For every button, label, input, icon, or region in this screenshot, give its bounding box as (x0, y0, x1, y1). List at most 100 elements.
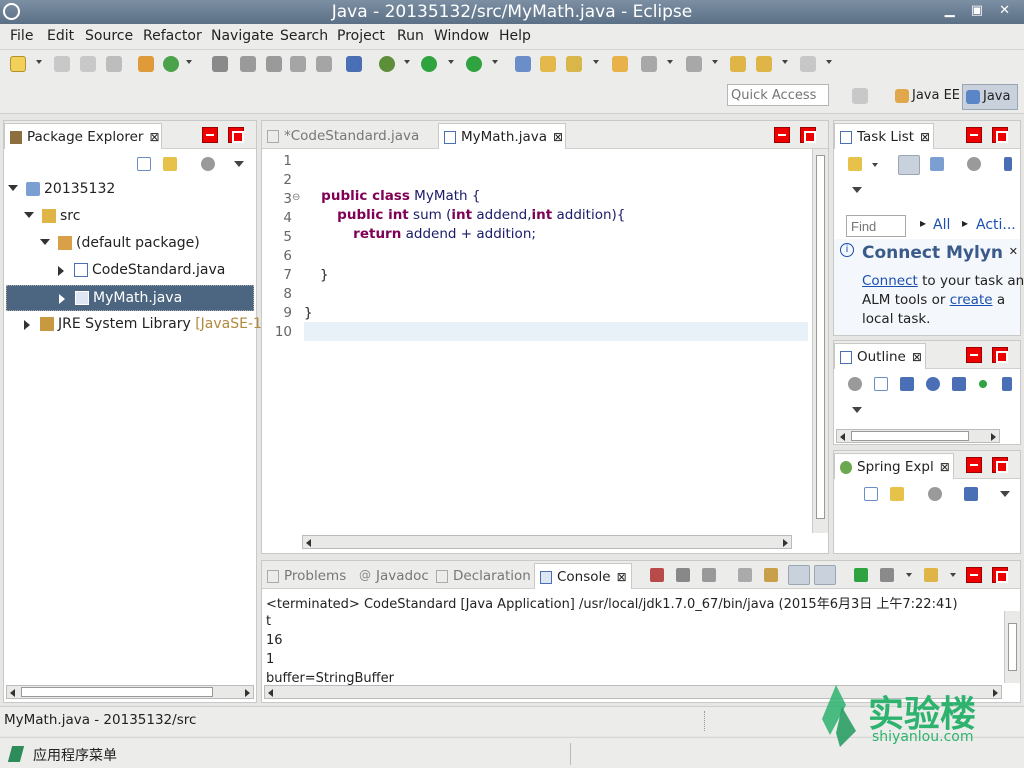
expand-toggle-icon[interactable] (24, 212, 34, 218)
minimize-button[interactable] (202, 127, 218, 143)
save-all-icon[interactable] (80, 56, 96, 72)
open-type-icon[interactable] (540, 56, 556, 72)
maximize-button[interactable] (992, 457, 1008, 473)
all-link[interactable]: All (933, 217, 950, 233)
block-icon[interactable] (290, 56, 306, 72)
run-icon[interactable] (421, 56, 437, 72)
dropdown-arrow-icon[interactable] (667, 60, 673, 64)
close-icon[interactable]: ⊠ (940, 460, 950, 474)
close-icon[interactable]: ⊠ (617, 570, 627, 584)
menu-edit[interactable]: Edit (47, 28, 74, 44)
filter-icon[interactable] (928, 487, 942, 501)
scroll-left-icon[interactable] (268, 689, 273, 697)
show-stderr-icon[interactable] (814, 565, 836, 585)
tab-console[interactable]: Console ⊠ (534, 563, 632, 589)
horizontal-scrollbar[interactable] (6, 685, 254, 699)
perspective-java-ee[interactable]: Java EE (892, 84, 964, 110)
connect-link[interactable]: Connect (862, 273, 918, 289)
prev-edit-icon[interactable] (641, 56, 657, 72)
maximize-button[interactable] (992, 127, 1008, 143)
console-vertical-scrollbar[interactable] (1004, 611, 1020, 683)
filter-icon[interactable] (967, 157, 981, 171)
forward-icon[interactable] (800, 56, 816, 72)
view-menu-icon[interactable] (1000, 491, 1010, 497)
app-menu-button[interactable]: 应用程序菜单 (33, 745, 117, 765)
create-link[interactable]: create (950, 292, 993, 308)
scroll-right-icon[interactable] (783, 539, 788, 547)
tree-item-default-package[interactable]: (default package) (4, 231, 256, 257)
quick-access-input[interactable] (727, 84, 829, 106)
find-input[interactable] (846, 215, 906, 237)
open-perspective-icon[interactable] (852, 88, 868, 104)
code-line-7[interactable]: } (320, 267, 329, 283)
dropdown-arrow-icon[interactable] (950, 573, 956, 577)
minimize-button[interactable] (966, 347, 982, 363)
activate-link[interactable]: Acti... (976, 217, 1016, 233)
remove-launch-icon[interactable] (676, 568, 690, 582)
new-icon[interactable] (10, 56, 26, 72)
tab-javadoc[interactable]: @ Javadoc (354, 563, 430, 589)
show-stdout-icon[interactable] (788, 565, 810, 585)
expand-toggle-icon[interactable] (24, 320, 30, 330)
menu-run[interactable]: Run (397, 28, 424, 44)
tab-declaration[interactable]: Declaration (431, 563, 531, 589)
menu-help[interactable]: Help (499, 28, 531, 44)
focus-icon[interactable] (1004, 157, 1012, 171)
refresh-icon[interactable] (163, 56, 179, 72)
maximize-button[interactable] (992, 347, 1008, 363)
expand-toggle-icon[interactable] (8, 185, 18, 191)
expand-toggle-icon[interactable] (58, 266, 64, 276)
hide-fields-icon[interactable] (926, 377, 940, 391)
scroll-right-icon[interactable] (991, 433, 996, 441)
code-line-9[interactable]: } (304, 305, 313, 321)
display-console-icon[interactable] (880, 568, 894, 582)
menu-source[interactable]: Source (85, 28, 133, 44)
maximize-button[interactable] (992, 567, 1008, 583)
menu-refactor[interactable]: Refactor (143, 28, 202, 44)
minimize-button[interactable] (966, 127, 982, 143)
scroll-thumb[interactable] (816, 155, 825, 519)
tree-item-codestandard[interactable]: CodeStandard.java (4, 258, 256, 284)
expand-toggle-icon[interactable] (59, 294, 65, 304)
expand-toggle-icon[interactable] (40, 239, 50, 245)
tab-spring-explorer[interactable]: Spring Expl ⊠ (834, 453, 954, 479)
open-console-icon[interactable] (924, 568, 938, 582)
search-icon[interactable] (566, 56, 582, 72)
hide-static-icon[interactable] (952, 377, 966, 391)
tree-item-project[interactable]: 20135132 (4, 177, 256, 203)
tab-mymath[interactable]: MyMath.java ⊠ (438, 123, 566, 149)
close-icon[interactable]: ⊠ (149, 130, 159, 144)
dropdown-arrow-icon[interactable] (492, 60, 498, 64)
tree-item-mymath[interactable]: MyMath.java (6, 285, 254, 311)
scroll-thumb[interactable] (1008, 623, 1017, 671)
debug-icon[interactable] (379, 56, 395, 72)
close-icon[interactable]: ⊠ (912, 350, 922, 364)
new-java-project-icon[interactable] (515, 56, 531, 72)
scroll-thumb[interactable] (851, 431, 969, 441)
toggle-mark-icon[interactable] (212, 56, 228, 72)
close-icon[interactable]: ⊠ (920, 130, 930, 144)
perspective-java[interactable]: Java (962, 84, 1018, 110)
fold-toggle-icon[interactable]: ⊖ (292, 192, 300, 203)
minimize-button[interactable] (774, 127, 790, 143)
collapse-all-icon[interactable] (864, 487, 878, 501)
collapse-all-icon[interactable] (137, 157, 151, 171)
editor-horizontal-scrollbar[interactable] (302, 535, 792, 549)
back-icon[interactable] (756, 56, 772, 72)
skip-breakpoints-icon[interactable] (346, 56, 362, 72)
new-task-icon[interactable] (848, 157, 862, 171)
menu-search[interactable]: Search (280, 28, 328, 44)
editor-vertical-scrollbar[interactable] (812, 149, 828, 533)
clear-console-icon[interactable] (738, 568, 752, 582)
run-external-icon[interactable] (466, 56, 482, 72)
pin-console-icon[interactable] (854, 568, 868, 582)
tree-item-jre[interactable]: JRE System Library [JavaSE-1.7] (4, 312, 281, 338)
window-controls[interactable]: ▁ ▣ ✕ (945, 3, 1016, 18)
filter-icon[interactable] (848, 377, 862, 391)
view-menu-icon[interactable] (852, 187, 862, 193)
scroll-thumb[interactable] (21, 687, 213, 697)
open-task-icon[interactable] (612, 56, 628, 72)
maximize-button[interactable] (228, 127, 244, 143)
tree-item-src[interactable]: src (4, 204, 256, 230)
app-menu-icon[interactable] (7, 746, 25, 762)
